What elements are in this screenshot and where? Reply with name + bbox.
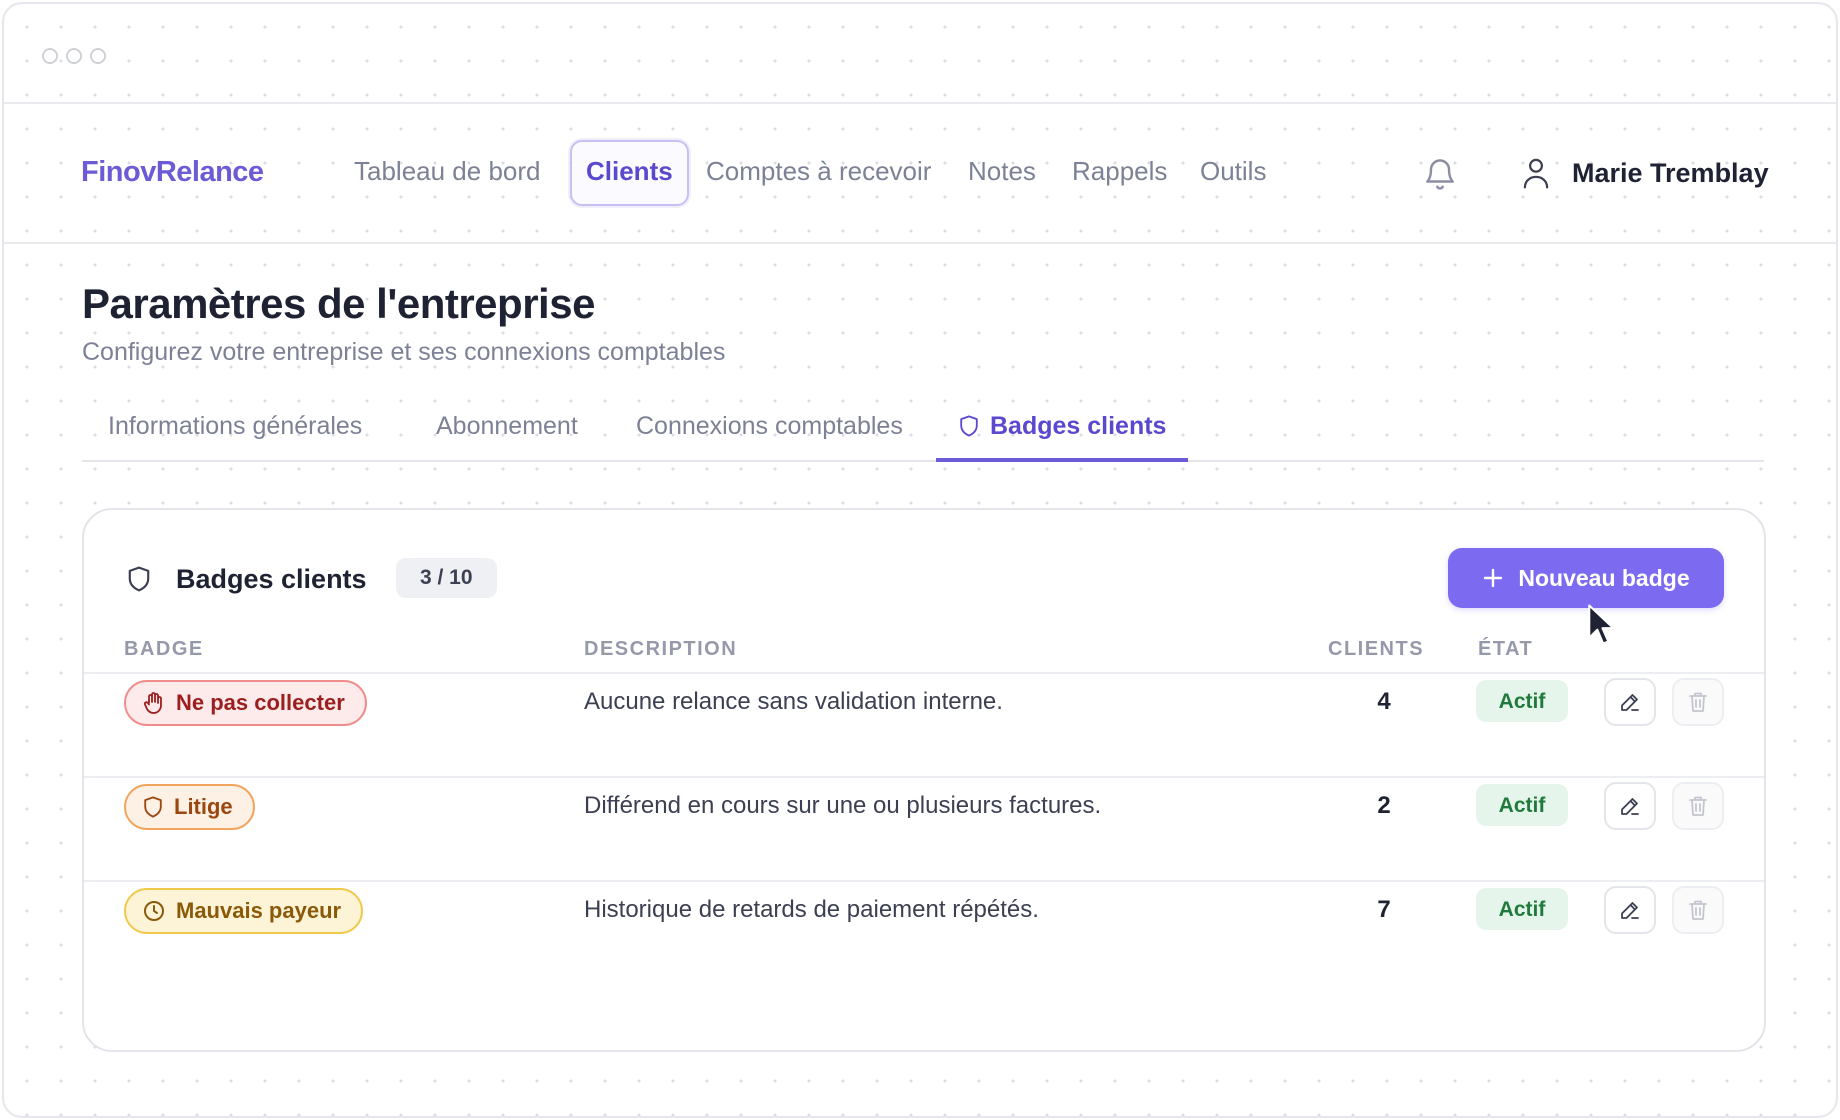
delete-button[interactable] <box>1672 678 1724 726</box>
window-maximize-dot[interactable] <box>90 48 106 64</box>
badge-pill[interactable]: Litige <box>124 784 255 830</box>
card-title: Badges clients <box>176 564 367 594</box>
pencil-icon <box>1621 902 1639 919</box>
badges-card: Badges clients 3 / 10 Nouveau badge BADG… <box>82 508 1766 1052</box>
badge-client-count: 2 <box>1377 792 1391 819</box>
tab-subscription[interactable]: Abonnement <box>436 412 578 441</box>
shield-icon <box>126 564 152 599</box>
bell-icon[interactable] <box>1422 154 1458 194</box>
status-badge: Actif <box>1476 680 1568 722</box>
nav-item-reminders[interactable]: Rappels <box>1072 156 1167 187</box>
tab-client-badges-label: Badges clients <box>990 412 1167 440</box>
edit-button[interactable] <box>1604 782 1656 830</box>
badge-pill[interactable]: Mauvais payeur <box>124 888 364 934</box>
column-header-clients[interactable]: CLIENTS <box>1328 638 1424 661</box>
badge-description: Historique de retards de paiement répété… <box>584 896 1039 923</box>
edit-button[interactable] <box>1604 678 1656 726</box>
badge-description: Aucune relance sans validation interne. <box>584 688 1003 715</box>
settings-tabs: Informations générales Abonnement Connex… <box>82 400 1764 462</box>
new-badge-button[interactable]: Nouveau badge <box>1448 548 1724 608</box>
badge-label: Litige <box>174 794 233 819</box>
nav-item-clients[interactable]: Clients <box>570 140 689 206</box>
trash-icon <box>1689 900 1707 920</box>
pencil-icon <box>1621 694 1639 711</box>
badge-label: Ne pas collecter <box>176 690 345 715</box>
page-title: Paramètres de l'entreprise <box>82 280 595 327</box>
badge-client-count: 7 <box>1377 896 1391 923</box>
window-minimize-dot[interactable] <box>66 48 82 64</box>
delete-button[interactable] <box>1672 782 1724 830</box>
nav-item-receivables[interactable]: Comptes à recevoir <box>706 156 931 187</box>
badge-pill[interactable]: Ne pas collecter <box>124 680 367 726</box>
status-badge: Actif <box>1476 888 1568 930</box>
trash-icon <box>1689 796 1707 816</box>
new-badge-label: Nouveau badge <box>1518 564 1690 591</box>
tab-general-info[interactable]: Informations générales <box>108 412 362 441</box>
table-row: Mauvais payeur Historique de retards de … <box>84 880 1764 984</box>
badge-count-pill: 3 / 10 <box>396 558 497 598</box>
tab-accounting-connections[interactable]: Connexions comptables <box>636 412 903 441</box>
badge-label: Mauvais payeur <box>176 898 342 923</box>
user-name[interactable]: Marie Tremblay <box>1572 158 1769 189</box>
pencil-icon <box>1621 798 1639 815</box>
edit-button[interactable] <box>1604 886 1656 934</box>
window-close-dot[interactable] <box>42 48 58 64</box>
hand-stop-icon <box>143 692 162 714</box>
column-header-badge[interactable]: BADGE <box>124 638 204 661</box>
shield-icon <box>960 415 978 437</box>
window-titlebar <box>4 4 1836 104</box>
status-badge: Actif <box>1476 784 1568 826</box>
trash-icon <box>1689 692 1707 712</box>
delete-button[interactable] <box>1672 886 1724 934</box>
nav-item-tools[interactable]: Outils <box>1200 156 1266 187</box>
shield-icon <box>144 796 162 818</box>
table-row: Litige Différend en cours sur une ou plu… <box>84 776 1764 880</box>
column-header-description[interactable]: DESCRIPTION <box>584 638 737 661</box>
column-header-status[interactable]: ÉTAT <box>1478 638 1533 661</box>
nav-item-dashboard[interactable]: Tableau de bord <box>354 156 540 187</box>
app-window: FinovRelance Tableau de bord Clients Com… <box>2 2 1838 1118</box>
page-subtitle: Configurez votre entreprise et ses conne… <box>82 338 726 366</box>
tab-client-badges[interactable]: Badges clients <box>936 400 1189 462</box>
badge-description: Différend en cours sur une ou plusieurs … <box>584 792 1102 819</box>
top-navigation: FinovRelance Tableau de bord Clients Com… <box>4 104 1836 244</box>
clock-icon <box>144 901 164 921</box>
mouse-cursor-icon <box>1586 604 1616 648</box>
badge-client-count: 4 <box>1377 688 1391 715</box>
plus-icon <box>1484 568 1503 588</box>
app-logo[interactable]: FinovRelance <box>81 156 264 189</box>
nav-item-notes[interactable]: Notes <box>968 156 1036 187</box>
user-icon[interactable] <box>1520 156 1552 190</box>
table-row: Ne pas collecter Aucune relance sans val… <box>84 672 1764 776</box>
